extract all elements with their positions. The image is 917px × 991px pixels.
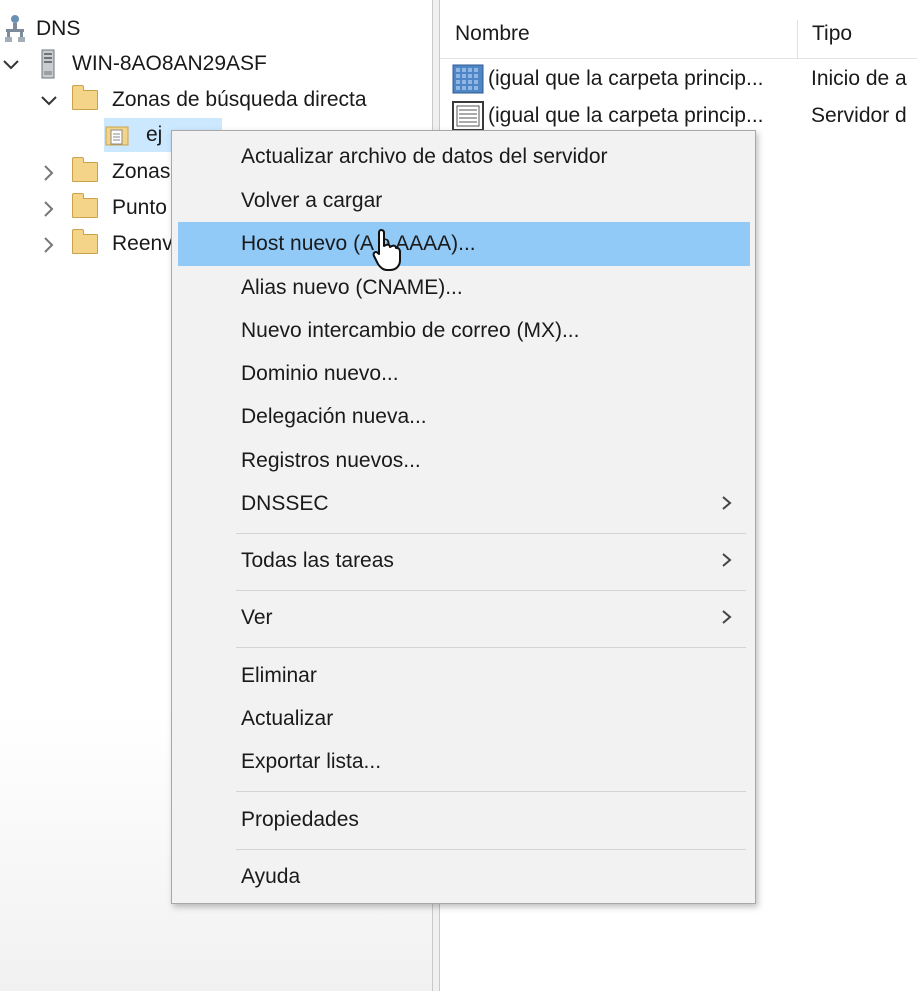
list-row[interactable]: (igual que la carpeta princip... Inicio … bbox=[440, 61, 917, 97]
menu-item-properties[interactable]: Propiedades bbox=[178, 798, 750, 842]
menu-item-label: Volver a cargar bbox=[241, 189, 383, 212]
menu-item-all-tasks[interactable]: Todas las tareas bbox=[178, 539, 750, 583]
list-header: Nombre Tipo bbox=[440, 10, 917, 59]
menu-item-update-server-data-file[interactable]: Actualizar archivo de datos del servidor bbox=[178, 135, 750, 179]
menu-item-label: Registros nuevos... bbox=[241, 449, 421, 472]
column-header-name[interactable]: Nombre bbox=[440, 10, 797, 58]
menu-item-new-domain[interactable]: Dominio nuevo... bbox=[178, 352, 750, 396]
tree-item-forward-zones[interactable]: Zonas de búsqueda directa bbox=[72, 83, 367, 117]
menu-item-new-delegation[interactable]: Delegación nueva... bbox=[178, 395, 750, 439]
column-header-type-label: Tipo bbox=[812, 22, 853, 45]
menu-item-new-host[interactable]: Host nuevo (A o AAAA)... bbox=[178, 222, 750, 266]
menu-item-label: Nuevo intercambio de correo (MX)... bbox=[241, 319, 580, 342]
chevron-right-icon[interactable] bbox=[40, 236, 58, 254]
menu-item-label: Ayuda bbox=[241, 865, 301, 888]
menu-item-reload[interactable]: Volver a cargar bbox=[178, 179, 750, 223]
menu-item-label: Exportar lista... bbox=[241, 750, 382, 773]
tree-label-forwarders: Reenv bbox=[112, 232, 173, 255]
menu-item-label: Delegación nueva... bbox=[241, 405, 427, 428]
folder-icon bbox=[72, 193, 98, 218]
menu-item-dnssec[interactable]: DNSSEC bbox=[178, 482, 750, 526]
menu-separator bbox=[236, 791, 746, 792]
tree-item-trust-points[interactable]: Punto bbox=[72, 191, 167, 225]
tree-item-reverse-zones[interactable]: Zonas bbox=[72, 155, 170, 189]
menu-item-new-mail-exchanger[interactable]: Nuevo intercambio de correo (MX)... bbox=[178, 309, 750, 353]
chevron-right-icon[interactable] bbox=[40, 164, 58, 182]
soa-record-icon bbox=[452, 64, 484, 100]
menu-separator bbox=[236, 849, 746, 850]
server-icon bbox=[38, 49, 58, 79]
column-header-type[interactable]: Tipo bbox=[797, 10, 917, 58]
menu-item-label: Eliminar bbox=[241, 664, 317, 687]
tree-label-selected-zone: ej bbox=[146, 123, 163, 146]
tree-label-trust-points: Punto bbox=[112, 196, 167, 219]
menu-item-view[interactable]: Ver bbox=[178, 596, 750, 640]
menu-item-label: Actualizar archivo de datos del servidor bbox=[241, 145, 608, 168]
chevron-right-icon bbox=[720, 550, 734, 570]
column-header-name-label: Nombre bbox=[455, 22, 530, 45]
menu-separator bbox=[236, 647, 746, 648]
chevron-right-icon bbox=[720, 607, 734, 627]
list-row[interactable]: (igual que la carpeta princip... Servido… bbox=[440, 98, 917, 134]
tree-item-server[interactable]: WIN-8AO8AN29ASF bbox=[38, 47, 267, 81]
zone-file-icon bbox=[104, 123, 130, 147]
dns-icon bbox=[4, 14, 26, 44]
menu-item-label: Todas las tareas bbox=[241, 549, 394, 572]
menu-separator bbox=[236, 590, 746, 591]
menu-item-new-alias[interactable]: Alias nuevo (CNAME)... bbox=[178, 266, 750, 310]
menu-item-label: Ver bbox=[241, 606, 273, 629]
folder-icon bbox=[72, 85, 98, 110]
tree-label-server: WIN-8AO8AN29ASF bbox=[72, 52, 267, 75]
record-name: (igual que la carpeta princip... bbox=[488, 67, 764, 90]
menu-item-help[interactable]: Ayuda bbox=[178, 855, 750, 899]
menu-item-delete[interactable]: Eliminar bbox=[178, 654, 750, 698]
record-type: Inicio de a bbox=[811, 67, 907, 90]
tree-item-dns[interactable]: DNS bbox=[4, 12, 80, 46]
menu-item-label: Actualizar bbox=[241, 707, 334, 730]
menu-item-new-records[interactable]: Registros nuevos... bbox=[178, 439, 750, 483]
menu-item-label: DNSSEC bbox=[241, 492, 329, 515]
menu-item-label: Propiedades bbox=[241, 808, 359, 831]
chevron-down-icon[interactable] bbox=[40, 92, 58, 110]
menu-item-label: Alias nuevo (CNAME)... bbox=[241, 276, 463, 299]
menu-item-export-list[interactable]: Exportar lista... bbox=[178, 740, 750, 784]
chevron-right-icon bbox=[720, 493, 734, 513]
chevron-right-icon[interactable] bbox=[40, 200, 58, 218]
tree-label-reverse-zones: Zonas bbox=[112, 160, 171, 183]
menu-item-label: Host nuevo (A o AAAA)... bbox=[241, 232, 476, 255]
tree-item-forwarders[interactable]: Reenv bbox=[72, 227, 173, 261]
folder-icon bbox=[72, 157, 98, 182]
menu-separator bbox=[236, 533, 746, 534]
context-menu: Actualizar archivo de datos del servidor… bbox=[171, 130, 756, 904]
chevron-down-icon[interactable] bbox=[2, 56, 20, 74]
folder-icon bbox=[72, 229, 98, 254]
menu-item-label: Dominio nuevo... bbox=[241, 362, 399, 385]
tree-label-dns: DNS bbox=[36, 17, 81, 40]
record-type: Servidor d bbox=[811, 104, 907, 127]
record-name: (igual que la carpeta princip... bbox=[488, 104, 764, 127]
tree-label-forward-zones: Zonas de búsqueda directa bbox=[112, 88, 367, 111]
menu-item-refresh[interactable]: Actualizar bbox=[178, 697, 750, 741]
